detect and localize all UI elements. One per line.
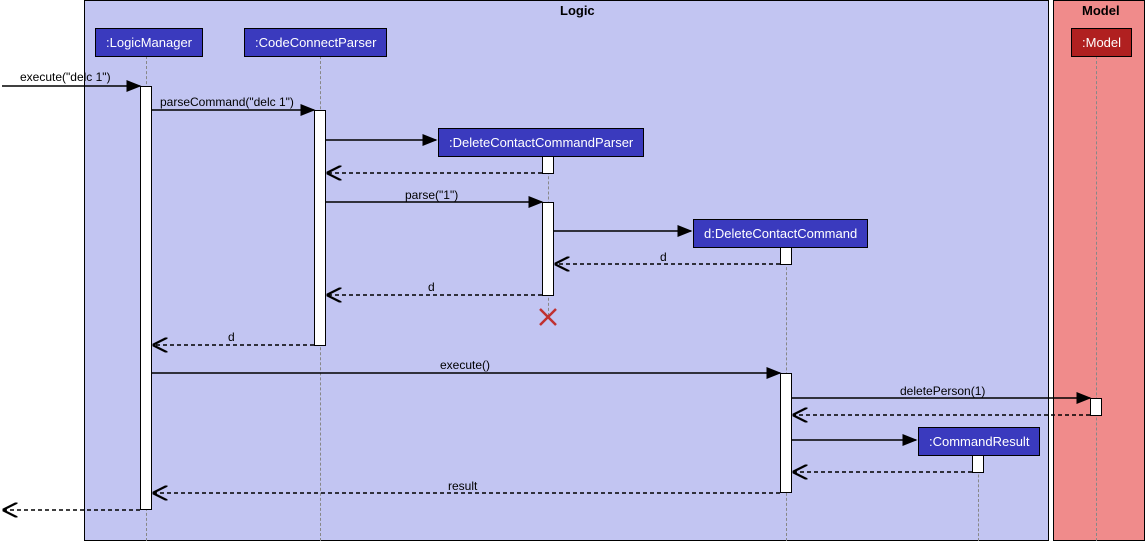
activation-command-result [972,455,984,473]
logic-frame: Logic [84,0,1049,541]
msg-d-3: d [228,330,235,344]
sequence-diagram: Logic Model :LogicManager :CodeConnectPa… [0,0,1145,541]
activation-dcc-1 [780,247,792,265]
msg-execute-2: execute() [440,358,490,372]
activation-dccp-2 [542,202,554,296]
participant-delete-contact-command-parser: :DeleteContactCommandParser [438,128,644,157]
msg-result: result [448,479,477,493]
model-frame-title: Model [1082,3,1120,18]
participant-code-connect-parser: :CodeConnectParser [244,28,387,57]
msg-parse-command: parseCommand("delc 1") [160,95,294,109]
activation-code-connect-parser [314,110,326,346]
participant-command-result: :CommandResult [918,427,1040,456]
model-frame: Model [1053,0,1145,541]
msg-delete-person: deletePerson(1) [900,384,985,398]
msg-parse: parse("1") [405,188,458,202]
lifeline-model [1096,56,1097,541]
activation-dccp-1 [542,156,554,174]
msg-d-2: d [428,280,435,294]
logic-frame-title: Logic [560,3,595,18]
msg-d-1: d [660,250,667,264]
activation-logic-manager [140,86,152,510]
participant-delete-contact-command: d:DeleteContactCommand [693,219,868,248]
participant-logic-manager: :LogicManager [95,28,203,57]
participant-model: :Model [1071,28,1132,57]
activation-model [1090,398,1102,416]
activation-dcc-2 [780,373,792,493]
msg-execute-1: execute("delc 1") [20,70,111,84]
